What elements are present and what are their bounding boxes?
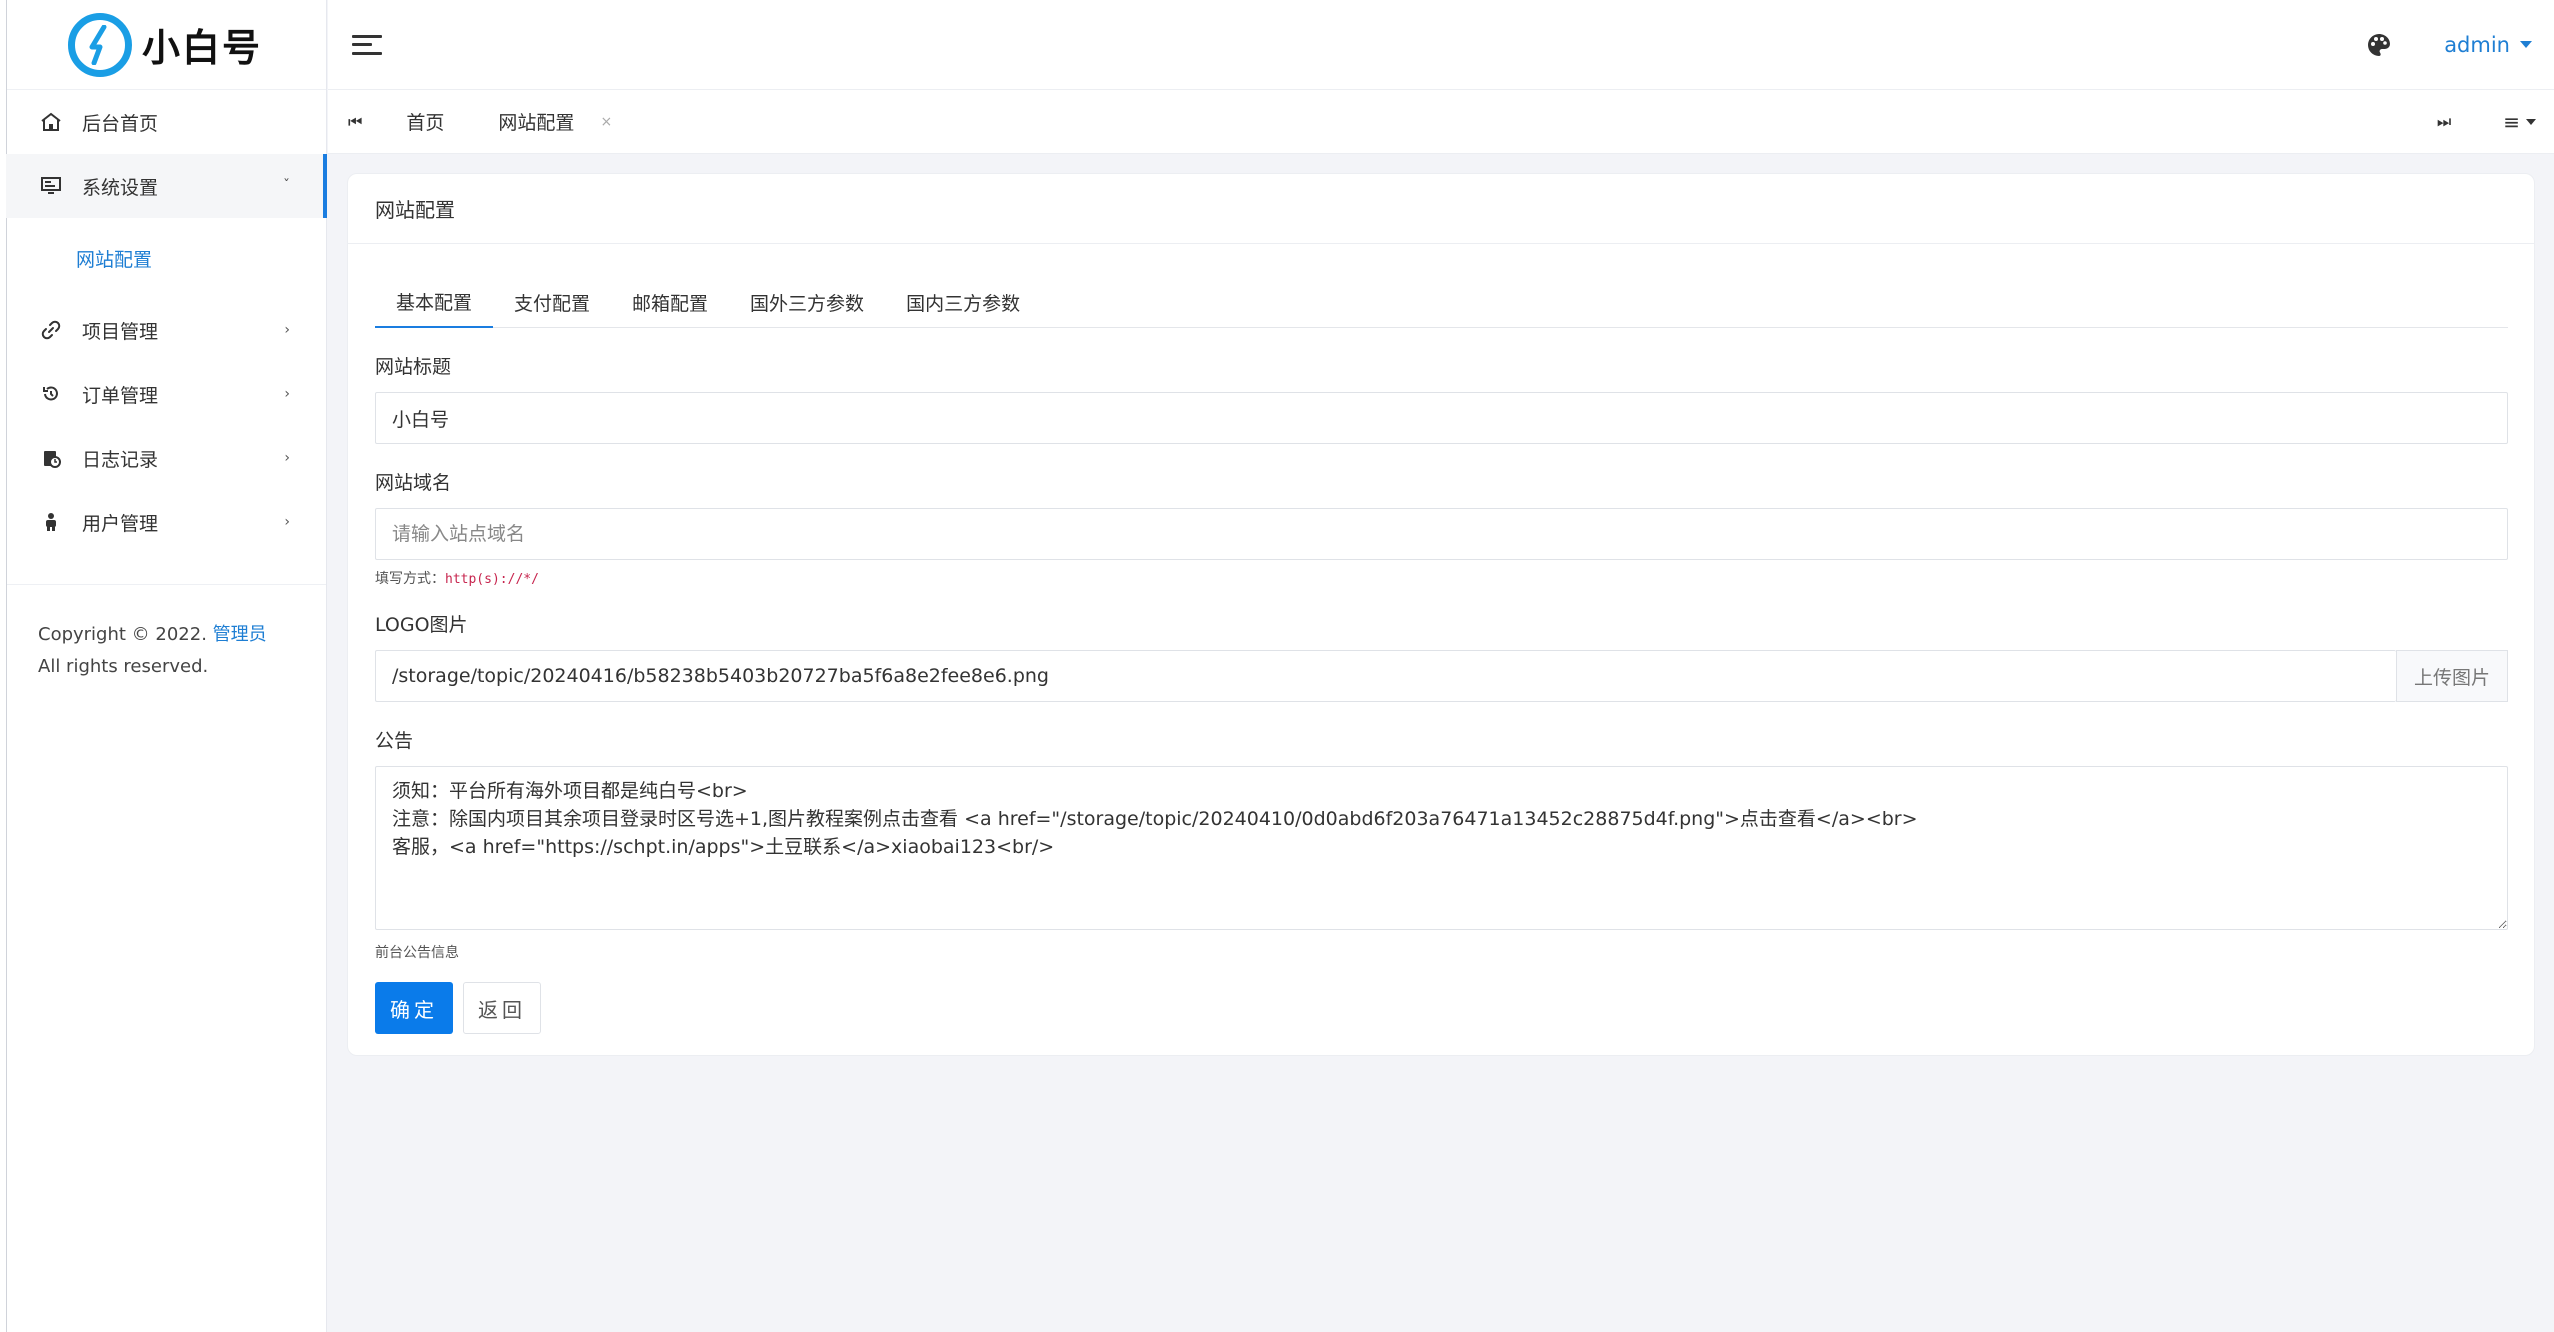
sidebar-item-label: 项目管理 bbox=[82, 320, 159, 343]
list-icon: ≡ bbox=[2503, 109, 2520, 134]
card-body: 基本配置 支付配置 邮箱配置 国外三方参数 国内三方参数 网站标题 网站域名 填… bbox=[348, 276, 2534, 1034]
chevron-right-icon: › bbox=[284, 386, 290, 402]
log-icon bbox=[36, 447, 66, 469]
scroll-left-icon[interactable]: ⏮ bbox=[332, 112, 378, 132]
config-card: 网站配置 基本配置 支付配置 邮箱配置 国外三方参数 国内三方参数 网站标题 网… bbox=[347, 173, 2535, 1056]
sidebar-item-projects[interactable]: 项目管理 › bbox=[6, 298, 326, 362]
user-name: admin bbox=[2444, 32, 2510, 57]
sidebar-subitem-label: 网站配置 bbox=[76, 248, 153, 271]
copyright-text: Copyright © 2022. bbox=[38, 624, 213, 645]
home-icon bbox=[36, 111, 66, 133]
sidebar: 小白号 后台首页 系统设置 ˇ 网站配置 项目管理 › 订单管理 › 日志记录 … bbox=[0, 0, 327, 1332]
caret-down-icon bbox=[2526, 118, 2536, 125]
palette-icon[interactable] bbox=[2366, 32, 2392, 58]
history-icon bbox=[36, 383, 66, 405]
chevron-right-icon: › bbox=[284, 450, 290, 466]
notice-textarea[interactable]: 须知：平台所有海外项目都是纯白号<br> 注意：除国内项目其余项目登录时区号选+… bbox=[375, 766, 2508, 930]
sidebar-item-label: 系统设置 bbox=[82, 176, 159, 199]
form-actions: 确定 返回 bbox=[375, 982, 2508, 1034]
hint-code: http(s)://*/ bbox=[445, 572, 539, 587]
site-domain-label: 网站域名 bbox=[375, 472, 452, 494]
logo-path-input[interactable] bbox=[375, 650, 2396, 702]
form-tabs: 基本配置 支付配置 邮箱配置 国外三方参数 国内三方参数 bbox=[375, 276, 2508, 328]
sidebar-item-label: 日志记录 bbox=[82, 448, 159, 471]
chevron-right-icon: › bbox=[284, 514, 290, 530]
tab-menu-button[interactable]: ≡ bbox=[2503, 110, 2536, 134]
sidebar-item-label: 后台首页 bbox=[82, 112, 159, 135]
top-right: admin bbox=[2366, 32, 2532, 58]
scroll-right-icon[interactable]: ⏭ bbox=[2421, 112, 2467, 132]
top-bar: admin bbox=[328, 0, 2554, 90]
tab-foreign-third-party[interactable]: 国外三方参数 bbox=[729, 276, 885, 328]
logo-input-group: 上传图片 bbox=[375, 650, 2508, 702]
tab-email[interactable]: 邮箱配置 bbox=[611, 276, 729, 328]
card-title: 网站配置 bbox=[348, 174, 2534, 244]
monitor-icon bbox=[36, 175, 66, 197]
upload-image-button[interactable]: 上传图片 bbox=[2396, 650, 2508, 702]
copyright-link[interactable]: 管理员 bbox=[213, 624, 267, 645]
brand-name: 小白号 bbox=[142, 25, 263, 70]
chevron-down-icon: ˇ bbox=[283, 178, 290, 194]
notice-label: 公告 bbox=[375, 730, 414, 752]
brand-logo[interactable]: 小白号 bbox=[6, 0, 326, 90]
site-title-input[interactable] bbox=[375, 392, 2508, 444]
tab-label: 网站配置 bbox=[498, 112, 575, 134]
logo-icon bbox=[68, 12, 132, 77]
sidebar-item-logs[interactable]: 日志记录 › bbox=[6, 426, 326, 490]
tab-domestic-third-party[interactable]: 国内三方参数 bbox=[885, 276, 1041, 328]
sidebar-item-label: 用户管理 bbox=[82, 512, 159, 535]
notice-hint: 前台公告信息 bbox=[375, 945, 459, 961]
site-title-label: 网站标题 bbox=[375, 356, 452, 378]
hint-text: 填写方式： bbox=[375, 571, 445, 587]
sidebar-item-label: 订单管理 bbox=[82, 384, 159, 407]
confirm-button[interactable]: 确定 bbox=[375, 982, 453, 1034]
caret-down-icon bbox=[2520, 41, 2532, 48]
menu-toggle-icon[interactable] bbox=[352, 33, 382, 57]
page-tab-bar: ⏮ 首页 网站配置 × ⏭ ≡ bbox=[328, 90, 2554, 154]
copyright-text-suffix: All rights reserved. bbox=[38, 656, 209, 677]
tab-site-config[interactable]: 网站配置 × bbox=[468, 108, 636, 135]
user-icon bbox=[36, 511, 66, 533]
close-icon[interactable]: × bbox=[600, 114, 612, 130]
site-domain-hint: 填写方式：http(s)://*/ bbox=[375, 568, 2508, 587]
sidebar-subitem-site-config[interactable]: 网站配置 bbox=[6, 218, 326, 298]
tab-bar-right: ⏭ ≡ bbox=[2421, 110, 2536, 134]
chevron-right-icon: › bbox=[284, 322, 290, 338]
sidebar-item-users[interactable]: 用户管理 › bbox=[6, 490, 326, 554]
sidebar-item-system-settings[interactable]: 系统设置 ˇ bbox=[6, 154, 327, 218]
sidebar-nav: 后台首页 系统设置 ˇ 网站配置 项目管理 › 订单管理 › 日志记录 › 用户… bbox=[6, 90, 327, 554]
site-domain-input[interactable] bbox=[375, 508, 2508, 560]
tab-basic[interactable]: 基本配置 bbox=[375, 276, 494, 328]
link-icon bbox=[36, 319, 66, 341]
tab-label: 首页 bbox=[406, 112, 445, 134]
sidebar-item-orders[interactable]: 订单管理 › bbox=[6, 362, 326, 426]
copyright: Copyright © 2022. 管理员 All rights reserve… bbox=[6, 585, 326, 683]
user-menu[interactable]: admin bbox=[2444, 33, 2532, 57]
logo-label: LOGO图片 bbox=[375, 614, 468, 636]
tab-home[interactable]: 首页 bbox=[378, 108, 468, 135]
tab-payment[interactable]: 支付配置 bbox=[493, 276, 611, 328]
sidebar-item-dashboard[interactable]: 后台首页 bbox=[6, 90, 326, 154]
back-button[interactable]: 返回 bbox=[463, 982, 541, 1034]
